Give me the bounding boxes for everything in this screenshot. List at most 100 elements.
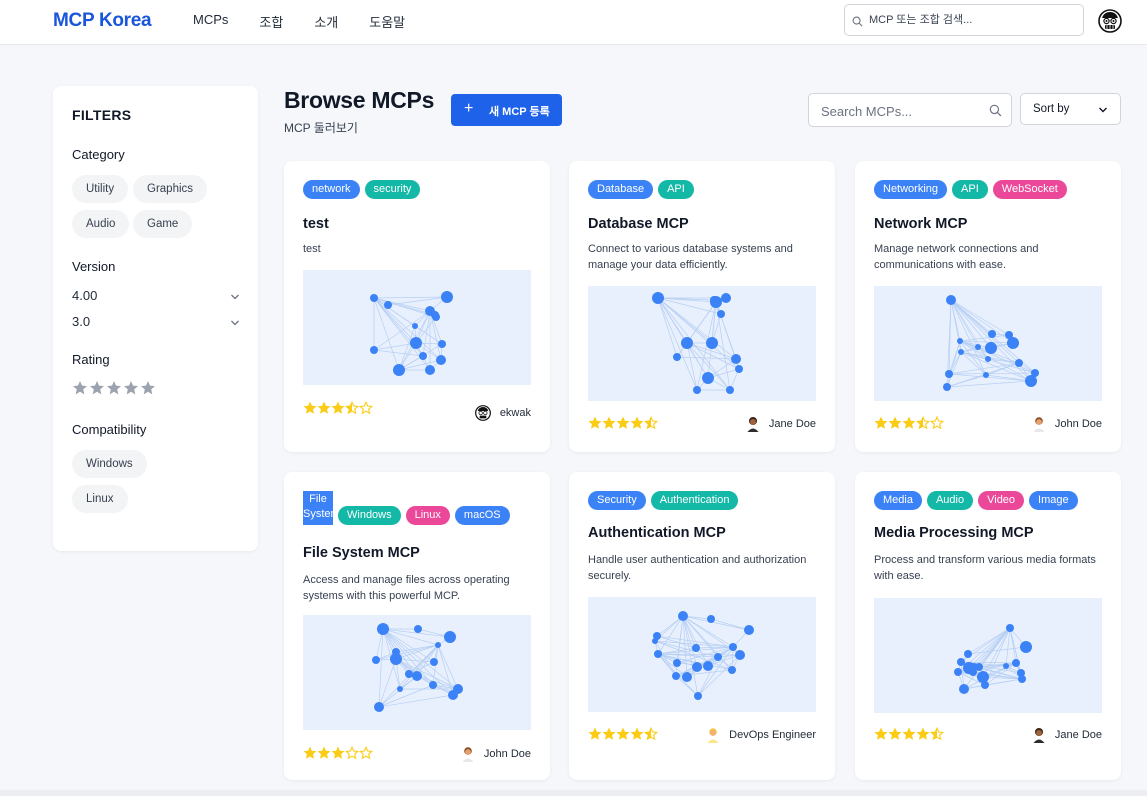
- card-tags: network security: [303, 180, 421, 199]
- graph-node: [374, 702, 384, 712]
- mcp-card[interactable]: File System Windows Linux macOS File System…: [284, 472, 550, 780]
- brand-logo[interactable]: MCP Korea: [53, 10, 152, 32]
- graph-node: [370, 346, 378, 354]
- star-icon: [888, 416, 902, 435]
- graph-node: [692, 662, 702, 672]
- graph-node: [1006, 624, 1014, 632]
- search-icon: [852, 14, 863, 32]
- tag[interactable]: Database: [588, 180, 654, 199]
- mcp-card[interactable]: Database API Database MCP Connect to vari…: [569, 161, 835, 452]
- graph-node: [390, 653, 402, 665]
- card-rating-stars: [874, 415, 945, 435]
- tag[interactable]: File System: [303, 491, 340, 525]
- tag[interactable]: Authentication: [650, 491, 739, 510]
- star-icon: [588, 416, 602, 435]
- star-icon[interactable]: [106, 380, 122, 401]
- author-avatar: [1031, 727, 1047, 743]
- nav-search-input[interactable]: [869, 11, 1074, 29]
- nav-link-help[interactable]: 도움말: [369, 12, 405, 31]
- version-option-label: 4.00: [72, 288, 98, 303]
- graph-node: [652, 292, 664, 304]
- graph-node: [694, 692, 702, 700]
- category-label: Category: [72, 147, 125, 162]
- tag[interactable]: Security: [588, 491, 646, 510]
- author-avatar: [474, 405, 491, 421]
- sort-dropdown[interactable]: Sort by: [1020, 93, 1121, 125]
- card-author[interactable]: Jane Doe: [1031, 727, 1102, 743]
- nav-search-box: [844, 4, 1084, 36]
- star-icon: [874, 727, 888, 746]
- star-icon[interactable]: [89, 380, 105, 401]
- graph-node: [728, 666, 736, 674]
- author-avatar: [745, 416, 761, 432]
- mcp-card[interactable]: Media Audio Video Image Media Processing MC…: [855, 472, 1121, 780]
- graph-node: [985, 342, 997, 354]
- star-icon[interactable]: [123, 380, 139, 401]
- new-mcp-button[interactable]: + 새 MCP 등록: [451, 94, 562, 126]
- card-author[interactable]: ekwak: [474, 405, 531, 421]
- card-author[interactable]: Jane Doe: [745, 416, 816, 432]
- card-author[interactable]: John Doe: [460, 746, 531, 762]
- star-icon[interactable]: [72, 380, 88, 401]
- mcp-search-input[interactable]: [821, 102, 981, 120]
- star-icon: [358, 745, 374, 765]
- graph-node: [706, 337, 718, 349]
- chip-category-graphics[interactable]: Graphics: [133, 175, 208, 203]
- tag[interactable]: Video: [978, 491, 1025, 510]
- card-author[interactable]: DevOps Engineer: [705, 727, 816, 743]
- tag[interactable]: API: [952, 180, 988, 199]
- graph-node: [703, 661, 713, 671]
- chip-category-audio[interactable]: Audio: [72, 210, 130, 238]
- tag[interactable]: Media: [874, 491, 922, 510]
- graph-node: [652, 638, 658, 644]
- network-graph-preview: [874, 286, 1102, 401]
- new-mcp-button-label: 새 MCP 등록: [489, 106, 550, 118]
- author-avatar: [460, 746, 476, 762]
- tag[interactable]: macOS: [454, 506, 510, 525]
- star-icon: [630, 416, 644, 435]
- star-icon: [588, 727, 602, 746]
- mcp-card[interactable]: Security Authentication Authentication MC…: [569, 472, 835, 780]
- graph-node: [430, 658, 438, 666]
- card-description: test: [303, 243, 321, 255]
- graph-node: [943, 383, 951, 391]
- star-icon: [331, 746, 345, 765]
- nav-link-mcps[interactable]: MCPs: [193, 12, 228, 31]
- graph-node: [436, 355, 446, 365]
- star-icon[interactable]: [140, 380, 156, 401]
- chip-compat-linux[interactable]: Linux: [72, 485, 128, 513]
- tag[interactable]: Linux: [405, 506, 450, 525]
- graph-node: [678, 611, 688, 621]
- graph-node: [654, 650, 662, 658]
- chip-category-utility[interactable]: Utility: [72, 175, 129, 203]
- tag[interactable]: Image: [1029, 491, 1078, 510]
- mcp-card[interactable]: Networking API WebSocket Network MCP Manag…: [855, 161, 1121, 452]
- tag[interactable]: security: [364, 180, 421, 199]
- tag[interactable]: Audio: [926, 491, 974, 510]
- mcp-card[interactable]: network security test test ekwak: [284, 161, 550, 452]
- nav-link-combinations[interactable]: 조합: [259, 12, 283, 31]
- star-icon: [331, 401, 345, 420]
- filters-title: FILTERS: [72, 107, 132, 123]
- chip-category-game[interactable]: Game: [133, 210, 193, 238]
- version-option-4[interactable]: 4.00: [72, 288, 240, 306]
- user-avatar[interactable]: [1098, 9, 1122, 33]
- author-name: Jane Doe: [1054, 729, 1102, 741]
- graph-node: [964, 650, 972, 658]
- card-author[interactable]: John Doe: [1031, 416, 1102, 432]
- tag[interactable]: API: [658, 180, 694, 199]
- rating-filter-stars[interactable]: [72, 380, 156, 401]
- nav-link-about[interactable]: 소개: [314, 12, 338, 31]
- graph-node: [957, 338, 963, 344]
- tag[interactable]: WebSocket: [992, 180, 1067, 199]
- graph-node: [444, 631, 456, 643]
- version-option-3[interactable]: 3.0: [72, 314, 240, 332]
- star-icon: [317, 401, 331, 420]
- chevron-down-icon: [1098, 105, 1108, 118]
- chip-compat-windows[interactable]: Windows: [72, 450, 147, 478]
- tag[interactable]: Networking: [874, 180, 948, 199]
- tag[interactable]: Windows: [338, 506, 401, 525]
- graph-node: [397, 686, 403, 692]
- star-icon: [929, 415, 945, 435]
- tag[interactable]: network: [303, 180, 360, 199]
